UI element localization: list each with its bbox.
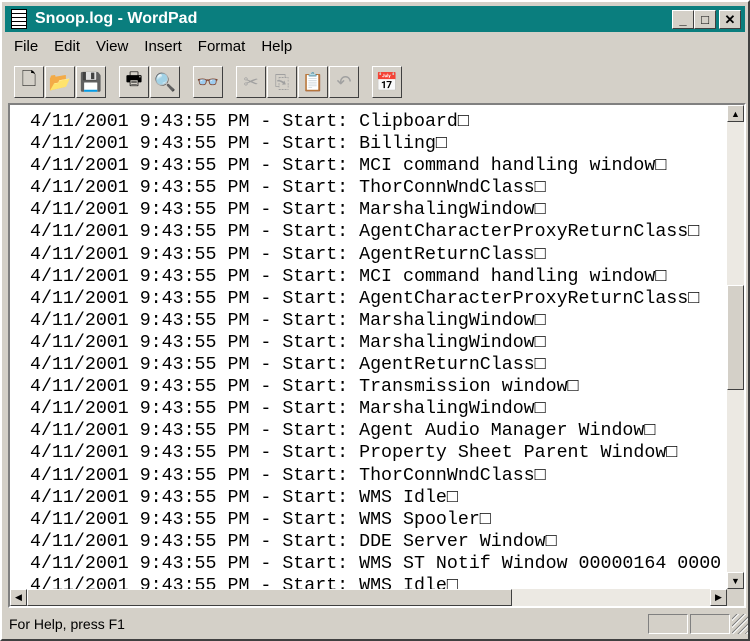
scroll-up-button[interactable]: ▲: [727, 105, 744, 122]
log-line: 4/11/2001 9:43:55 PM - Start: ThorConnWn…: [30, 465, 546, 486]
menu-bar: File Edit View Insert Format Help: [6, 36, 300, 57]
menu-view[interactable]: View: [88, 36, 136, 57]
date-time-icon: 📅: [375, 71, 399, 92]
log-line: 4/11/2001 9:43:55 PM - Start: Agent Audi…: [30, 421, 656, 442]
log-line: 4/11/2001 9:43:55 PM - Start: WMS ST Not…: [30, 553, 722, 574]
horizontal-scrollbar[interactable]: ◀ ▶: [10, 589, 727, 606]
cut-button[interactable]: ✂: [236, 66, 266, 98]
scroll-left-button[interactable]: ◀: [10, 589, 27, 606]
save-icon: 💾: [79, 71, 103, 92]
print-preview-icon: 🔍: [153, 71, 177, 92]
log-line: 4/11/2001 9:43:55 PM - Start: Marshaling…: [30, 200, 546, 221]
log-line: 4/11/2001 9:43:55 PM - Start: AgentRetur…: [30, 355, 546, 376]
log-line: 4/11/2001 9:43:55 PM - Start: DDE Server…: [30, 531, 557, 552]
menu-insert[interactable]: Insert: [136, 36, 190, 57]
undo-button[interactable]: ↶: [329, 66, 359, 98]
log-line: 4/11/2001 9:43:55 PM - Start: AgentChara…: [30, 288, 700, 309]
paste-button[interactable]: 📋: [298, 66, 328, 98]
document-area[interactable]: 4/11/2001 9:43:55 PM - Start: Clipboard□…: [8, 103, 746, 608]
new-button[interactable]: 🗋: [14, 66, 44, 98]
log-line: 4/11/2001 9:43:55 PM - Start: Clipboard□: [30, 112, 469, 132]
close-button[interactable]: ✕: [719, 10, 741, 29]
status-panel: [648, 614, 688, 634]
undo-icon: ↶: [336, 71, 352, 92]
print-icon: 🖶: [125, 69, 143, 89]
scroll-down-button[interactable]: ▼: [727, 572, 744, 589]
log-line: 4/11/2001 9:43:55 PM - Start: Marshaling…: [30, 332, 546, 353]
status-bar: For Help, press F1: [4, 611, 748, 637]
horizontal-scroll-thumb[interactable]: [27, 589, 512, 606]
wordpad-app-icon[interactable]: [11, 9, 27, 29]
log-line: 4/11/2001 9:43:55 PM - Start: Property S…: [30, 443, 678, 464]
document-text[interactable]: 4/11/2001 9:43:55 PM - Start: Clipboard□…: [30, 111, 721, 597]
vertical-scrollbar[interactable]: ▲ ▼: [727, 105, 744, 589]
title-bar[interactable]: Snoop.log - WordPad _ □ ✕: [5, 6, 745, 32]
log-line: 4/11/2001 9:43:55 PM - Start: Transmissi…: [30, 377, 579, 398]
minimize-button[interactable]: _: [672, 10, 694, 29]
menu-file[interactable]: File: [6, 36, 46, 57]
log-line: 4/11/2001 9:43:55 PM - Start: Marshaling…: [30, 399, 546, 420]
cut-icon: ✂: [243, 71, 259, 92]
log-line: 4/11/2001 9:43:55 PM - Start: AgentChara…: [30, 222, 700, 243]
status-message: For Help, press F1: [9, 616, 125, 632]
menu-edit[interactable]: Edit: [46, 36, 88, 57]
open-button[interactable]: 📂: [45, 66, 75, 98]
find-icon: 👓: [196, 71, 220, 92]
log-line: 4/11/2001 9:43:55 PM - Start: AgentRetur…: [30, 244, 546, 265]
log-line: 4/11/2001 9:43:55 PM - Start: WMS Spoole…: [30, 509, 491, 530]
menu-format[interactable]: Format: [190, 36, 254, 57]
open-icon: 📂: [48, 71, 72, 92]
log-line: 4/11/2001 9:43:55 PM - Start: ThorConnWn…: [30, 178, 546, 199]
toolbar: 🗋 📂 💾 🖶 🔍 👓 ✂ ⎘ 📋 ↶ 📅: [14, 64, 403, 100]
resize-grip[interactable]: [732, 614, 748, 634]
print-preview-button[interactable]: 🔍: [150, 66, 180, 98]
log-line: 4/11/2001 9:43:55 PM - Start: WMS Idle□: [30, 487, 458, 508]
window-title: Snoop.log - WordPad: [35, 10, 198, 27]
scroll-right-button[interactable]: ▶: [710, 589, 727, 606]
print-button[interactable]: 🖶: [119, 66, 149, 98]
date-time-button[interactable]: 📅: [372, 66, 402, 98]
log-line: 4/11/2001 9:43:55 PM - Start: MCI comman…: [30, 266, 667, 287]
log-line: 4/11/2001 9:43:55 PM - Start: Billing□: [30, 134, 447, 155]
save-button[interactable]: 💾: [76, 66, 106, 98]
copy-icon: ⎘: [274, 71, 290, 92]
find-button[interactable]: 👓: [193, 66, 223, 98]
new-icon: 🗋: [21, 69, 37, 89]
copy-button[interactable]: ⎘: [267, 66, 297, 98]
vertical-scroll-thumb[interactable]: [727, 285, 744, 390]
log-line: 4/11/2001 9:43:55 PM - Start: MCI comman…: [30, 156, 667, 177]
wordpad-window: Snoop.log - WordPad _ □ ✕ File Edit View…: [0, 0, 750, 641]
menu-help[interactable]: Help: [253, 36, 300, 57]
status-panel: [690, 614, 730, 634]
paste-icon: 📋: [301, 71, 325, 92]
maximize-button[interactable]: □: [694, 10, 716, 29]
log-line: 4/11/2001 9:43:55 PM - Start: Marshaling…: [30, 310, 546, 331]
scrollbar-corner: [727, 589, 744, 606]
